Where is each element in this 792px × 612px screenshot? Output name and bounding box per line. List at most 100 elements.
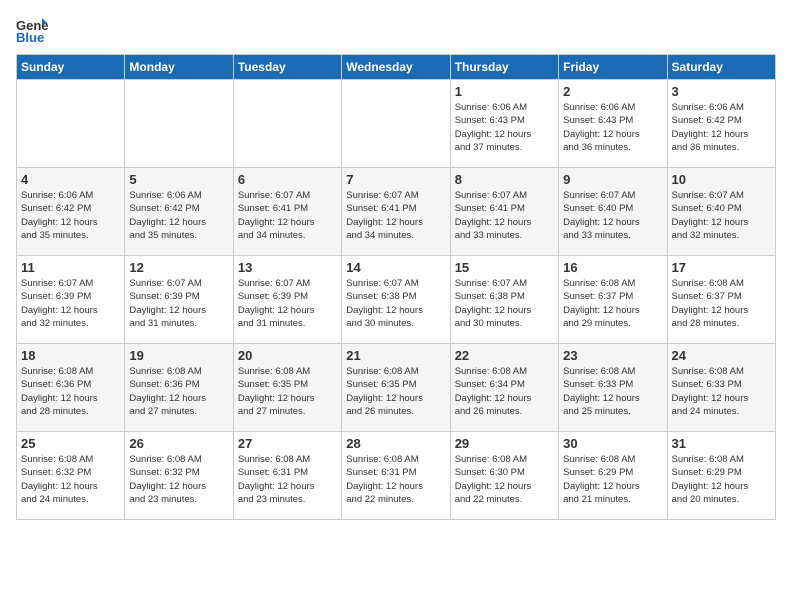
calendar-cell: 19 Sunrise: 6:08 AM Sunset: 6:36 PM Dayli…: [125, 344, 233, 432]
cell-content: Sunrise: 6:08 AM Sunset: 6:30 PM Dayligh…: [455, 453, 554, 506]
day-number: 7: [346, 172, 445, 187]
calendar-cell: 20 Sunrise: 6:08 AM Sunset: 6:35 PM Dayli…: [233, 344, 341, 432]
calendar-cell: 24 Sunrise: 6:08 AM Sunset: 6:33 PM Dayli…: [667, 344, 775, 432]
calendar-cell: 23 Sunrise: 6:08 AM Sunset: 6:33 PM Dayli…: [559, 344, 667, 432]
calendar-cell: 27 Sunrise: 6:08 AM Sunset: 6:31 PM Dayli…: [233, 432, 341, 520]
cell-content: Sunrise: 6:08 AM Sunset: 6:33 PM Dayligh…: [563, 365, 662, 418]
cell-content: Sunrise: 6:07 AM Sunset: 6:38 PM Dayligh…: [346, 277, 445, 330]
calendar-cell: 2Sunrise: 6:06 AM Sunset: 6:43 PM Daylig…: [559, 80, 667, 168]
day-number: 13: [238, 260, 337, 275]
day-number: 21: [346, 348, 445, 363]
day-number: 9: [563, 172, 662, 187]
cell-content: Sunrise: 6:08 AM Sunset: 6:32 PM Dayligh…: [21, 453, 120, 506]
cell-content: Sunrise: 6:07 AM Sunset: 6:39 PM Dayligh…: [238, 277, 337, 330]
day-number: 6: [238, 172, 337, 187]
calendar-cell: 29 Sunrise: 6:08 AM Sunset: 6:30 PM Dayli…: [450, 432, 558, 520]
calendar-week-1: 1Sunrise: 6:06 AM Sunset: 6:43 PM Daylig…: [17, 80, 776, 168]
cell-content: Sunrise: 6:08 AM Sunset: 6:31 PM Dayligh…: [238, 453, 337, 506]
day-number: 2: [563, 84, 662, 99]
cell-content: Sunrise: 6:08 AM Sunset: 6:36 PM Dayligh…: [21, 365, 120, 418]
cell-content: Sunrise: 6:08 AM Sunset: 6:36 PM Dayligh…: [129, 365, 228, 418]
cell-content: Sunrise: 6:08 AM Sunset: 6:34 PM Dayligh…: [455, 365, 554, 418]
day-number: 26: [129, 436, 228, 451]
cell-content: Sunrise: 6:07 AM Sunset: 6:41 PM Dayligh…: [346, 189, 445, 242]
logo: General Blue: [16, 16, 52, 44]
cell-content: Sunrise: 6:06 AM Sunset: 6:42 PM Dayligh…: [21, 189, 120, 242]
day-number: 25: [21, 436, 120, 451]
calendar-week-2: 4 Sunrise: 6:06 AM Sunset: 6:42 PM Daylig…: [17, 168, 776, 256]
calendar-cell: 14 Sunrise: 6:07 AM Sunset: 6:38 PM Dayli…: [342, 256, 450, 344]
calendar-cell: 7 Sunrise: 6:07 AM Sunset: 6:41 PM Daylig…: [342, 168, 450, 256]
day-number: 20: [238, 348, 337, 363]
calendar-cell: 3 Sunrise: 6:06 AM Sunset: 6:42 PM Daylig…: [667, 80, 775, 168]
calendar-cell: 12Sunrise: 6:07 AM Sunset: 6:39 PM Dayli…: [125, 256, 233, 344]
day-number: 30: [563, 436, 662, 451]
calendar-week-5: 25 Sunrise: 6:08 AM Sunset: 6:32 PM Dayli…: [17, 432, 776, 520]
calendar-cell: 13 Sunrise: 6:07 AM Sunset: 6:39 PM Dayli…: [233, 256, 341, 344]
day-number: 10: [672, 172, 771, 187]
day-number: 3: [672, 84, 771, 99]
calendar-cell: 11 Sunrise: 6:07 AM Sunset: 6:39 PM Dayli…: [17, 256, 125, 344]
cell-content: Sunrise: 6:08 AM Sunset: 6:31 PM Dayligh…: [346, 453, 445, 506]
cell-content: Sunrise: 6:08 AM Sunset: 6:35 PM Dayligh…: [238, 365, 337, 418]
cell-content: Sunrise: 6:07 AM Sunset: 6:41 PM Dayligh…: [238, 189, 337, 242]
cell-content: Sunrise: 6:08 AM Sunset: 6:29 PM Dayligh…: [672, 453, 771, 506]
day-number: 23: [563, 348, 662, 363]
calendar-cell: [233, 80, 341, 168]
day-number: 14: [346, 260, 445, 275]
calendar-cell: 9 Sunrise: 6:07 AM Sunset: 6:40 PM Daylig…: [559, 168, 667, 256]
cell-content: Sunrise: 6:08 AM Sunset: 6:35 PM Dayligh…: [346, 365, 445, 418]
calendar-header: SundayMondayTuesdayWednesdayThursdayFrid…: [17, 55, 776, 80]
calendar-cell: 25 Sunrise: 6:08 AM Sunset: 6:32 PM Dayli…: [17, 432, 125, 520]
day-number: 27: [238, 436, 337, 451]
day-header-monday: Monday: [125, 55, 233, 80]
calendar-week-3: 11 Sunrise: 6:07 AM Sunset: 6:39 PM Dayli…: [17, 256, 776, 344]
day-number: 28: [346, 436, 445, 451]
calendar-cell: 16 Sunrise: 6:08 AM Sunset: 6:37 PM Dayli…: [559, 256, 667, 344]
cell-content: Sunrise: 6:06 AM Sunset: 6:42 PM Dayligh…: [672, 101, 771, 154]
day-number: 8: [455, 172, 554, 187]
svg-text:Blue: Blue: [16, 30, 44, 44]
page-header: General Blue: [16, 16, 776, 44]
cell-content: Sunrise: 6:07 AM Sunset: 6:38 PM Dayligh…: [455, 277, 554, 330]
calendar-cell: 1Sunrise: 6:06 AM Sunset: 6:43 PM Daylig…: [450, 80, 558, 168]
day-number: 18: [21, 348, 120, 363]
day-number: 11: [21, 260, 120, 275]
cell-content: Sunrise: 6:07 AM Sunset: 6:39 PM Dayligh…: [21, 277, 120, 330]
day-number: 16: [563, 260, 662, 275]
day-header-thursday: Thursday: [450, 55, 558, 80]
cell-content: Sunrise: 6:07 AM Sunset: 6:40 PM Dayligh…: [672, 189, 771, 242]
day-header-saturday: Saturday: [667, 55, 775, 80]
cell-content: Sunrise: 6:07 AM Sunset: 6:40 PM Dayligh…: [563, 189, 662, 242]
day-header-friday: Friday: [559, 55, 667, 80]
calendar-cell: [17, 80, 125, 168]
cell-content: Sunrise: 6:08 AM Sunset: 6:33 PM Dayligh…: [672, 365, 771, 418]
day-number: 4: [21, 172, 120, 187]
day-number: 29: [455, 436, 554, 451]
day-number: 19: [129, 348, 228, 363]
calendar-cell: [342, 80, 450, 168]
cell-content: Sunrise: 6:07 AM Sunset: 6:41 PM Dayligh…: [455, 189, 554, 242]
day-number: 24: [672, 348, 771, 363]
day-number: 15: [455, 260, 554, 275]
calendar-cell: 5Sunrise: 6:06 AM Sunset: 6:42 PM Daylig…: [125, 168, 233, 256]
calendar-cell: 6 Sunrise: 6:07 AM Sunset: 6:41 PM Daylig…: [233, 168, 341, 256]
calendar-cell: 4 Sunrise: 6:06 AM Sunset: 6:42 PM Daylig…: [17, 168, 125, 256]
calendar-cell: 8 Sunrise: 6:07 AM Sunset: 6:41 PM Daylig…: [450, 168, 558, 256]
cell-content: Sunrise: 6:08 AM Sunset: 6:37 PM Dayligh…: [563, 277, 662, 330]
calendar-cell: 18 Sunrise: 6:08 AM Sunset: 6:36 PM Dayli…: [17, 344, 125, 432]
calendar-cell: 21 Sunrise: 6:08 AM Sunset: 6:35 PM Dayli…: [342, 344, 450, 432]
day-number: 17: [672, 260, 771, 275]
calendar-cell: 10 Sunrise: 6:07 AM Sunset: 6:40 PM Dayli…: [667, 168, 775, 256]
calendar-cell: 22 Sunrise: 6:08 AM Sunset: 6:34 PM Dayli…: [450, 344, 558, 432]
day-header-wednesday: Wednesday: [342, 55, 450, 80]
cell-content: Sunrise: 6:08 AM Sunset: 6:29 PM Dayligh…: [563, 453, 662, 506]
cell-content: Sunrise: 6:06 AM Sunset: 6:43 PM Dayligh…: [455, 101, 554, 154]
day-number: 22: [455, 348, 554, 363]
day-header-sunday: Sunday: [17, 55, 125, 80]
calendar-table: SundayMondayTuesdayWednesdayThursdayFrid…: [16, 54, 776, 520]
cell-content: Sunrise: 6:08 AM Sunset: 6:37 PM Dayligh…: [672, 277, 771, 330]
day-number: 31: [672, 436, 771, 451]
cell-content: Sunrise: 6:08 AM Sunset: 6:32 PM Dayligh…: [129, 453, 228, 506]
day-number: 12: [129, 260, 228, 275]
